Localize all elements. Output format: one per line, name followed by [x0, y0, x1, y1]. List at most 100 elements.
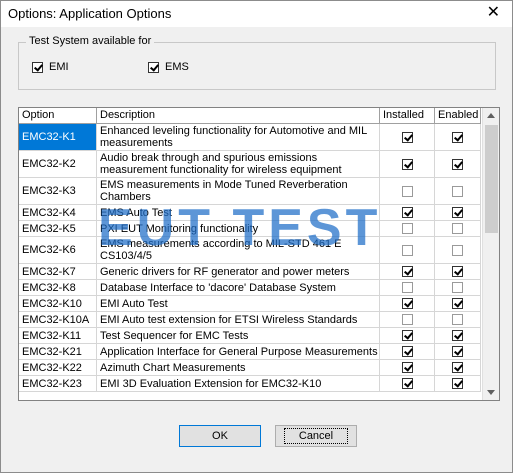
header-installed[interactable]: Installed — [380, 108, 435, 123]
enabled-cell — [435, 344, 481, 359]
scroll-down-icon[interactable] — [487, 390, 495, 395]
installed-checkbox[interactable] — [401, 298, 413, 309]
table-row[interactable]: EMC32-K8 Database Interface to 'dacore' D… — [19, 280, 481, 296]
enabled-cell — [435, 328, 481, 343]
emi-checkbox[interactable] — [32, 61, 43, 73]
installed-cell — [380, 360, 435, 375]
option-cell[interactable]: EMC32-K2 — [19, 151, 97, 177]
option-cell[interactable]: EMC32-K23 — [19, 376, 97, 391]
table-row[interactable]: EMC32-K6 EMS measurements according to MI… — [19, 237, 481, 264]
description-cell: Test Sequencer for EMC Tests — [97, 328, 380, 343]
header-option[interactable]: Option — [19, 108, 97, 123]
installed-cell — [380, 151, 435, 177]
table-row[interactable]: EMC32-K22 Azimuth Chart Measurements — [19, 360, 481, 376]
option-cell[interactable]: EMC32-K11 — [19, 328, 97, 343]
table-row[interactable]: EMC32-K10A EMI Auto test extension for ET… — [19, 312, 481, 328]
enabled-checkbox[interactable] — [452, 314, 463, 325]
emi-checkbox-option[interactable]: EMI — [32, 61, 69, 73]
installed-checkbox[interactable] — [401, 207, 413, 218]
installed-checkbox[interactable] — [401, 158, 413, 170]
description-cell: Database Interface to 'dacore' Database … — [97, 280, 380, 295]
option-cell[interactable]: EMC32-K1 — [19, 124, 97, 150]
installed-checkbox[interactable] — [401, 314, 413, 325]
installed-checkbox[interactable] — [401, 266, 413, 277]
scroll-thumb[interactable] — [485, 125, 498, 233]
enabled-checkbox[interactable] — [452, 223, 463, 234]
enabled-checkbox[interactable] — [452, 266, 463, 277]
option-cell[interactable]: EMC32-K22 — [19, 360, 97, 375]
installed-checkbox[interactable] — [401, 131, 413, 143]
enabled-cell — [435, 296, 481, 311]
enabled-checkbox[interactable] — [452, 362, 463, 373]
ems-checkbox[interactable] — [148, 61, 159, 73]
installed-checkbox[interactable] — [401, 330, 413, 341]
installed-checkbox[interactable] — [401, 378, 413, 389]
option-cell[interactable]: EMC32-K10 — [19, 296, 97, 311]
installed-cell — [380, 280, 435, 295]
description-cell: EMI Auto test extension for ETSI Wireles… — [97, 312, 380, 327]
enabled-cell — [435, 264, 481, 279]
table-header: Option Description Installed Enabled — [19, 108, 481, 124]
option-cell[interactable]: EMC32-K8 — [19, 280, 97, 295]
enabled-checkbox[interactable] — [452, 282, 463, 293]
installed-checkbox[interactable] — [401, 282, 413, 293]
table-row[interactable]: EMC32-K11 Test Sequencer for EMC Tests — [19, 328, 481, 344]
enabled-checkbox[interactable] — [452, 131, 463, 143]
description-cell: Audio break through and spurious emissio… — [97, 151, 380, 177]
table-row[interactable]: EMC32-K23 EMI 3D Evaluation Extension for… — [19, 376, 481, 392]
table-row[interactable]: EMC32-K4 EMS Auto Test — [19, 205, 481, 221]
installed-checkbox[interactable] — [401, 346, 413, 357]
option-cell[interactable]: EMC32-K7 — [19, 264, 97, 279]
installed-checkbox[interactable] — [401, 223, 413, 234]
table-row[interactable]: EMC32-K3 EMS measurements in Mode Tuned R… — [19, 178, 481, 205]
ok-button[interactable]: OK — [179, 425, 261, 447]
installed-cell — [380, 237, 435, 263]
header-description[interactable]: Description — [97, 108, 380, 123]
table-row[interactable]: EMC32-K10 EMI Auto Test — [19, 296, 481, 312]
scroll-up-icon[interactable] — [487, 113, 495, 118]
installed-cell — [380, 264, 435, 279]
options-grid: Option Description Installed Enabled EMC… — [19, 108, 481, 392]
title-bar: Options: Application Options ✕ — [1, 1, 512, 27]
vertical-scrollbar[interactable] — [482, 108, 499, 400]
option-cell[interactable]: EMC32-K4 — [19, 205, 97, 220]
enabled-checkbox[interactable] — [452, 298, 463, 309]
enabled-checkbox[interactable] — [452, 330, 463, 341]
description-cell: Azimuth Chart Measurements — [97, 360, 380, 375]
option-cell[interactable]: EMC32-K6 — [19, 237, 97, 263]
close-icon[interactable]: ✕ — [487, 4, 500, 22]
installed-cell — [380, 312, 435, 327]
emi-label: EMI — [49, 61, 69, 73]
installed-checkbox[interactable] — [401, 185, 413, 197]
description-cell: EMS measurements according to MIL-STD 46… — [97, 237, 380, 263]
option-cell[interactable]: EMC32-K10A — [19, 312, 97, 327]
installed-cell — [380, 344, 435, 359]
enabled-cell — [435, 178, 481, 204]
header-enabled[interactable]: Enabled — [435, 108, 481, 123]
enabled-cell — [435, 376, 481, 391]
option-cell[interactable]: EMC32-K5 — [19, 221, 97, 236]
table-row[interactable]: EMC32-K1 Enhanced leveling functionality … — [19, 124, 481, 151]
enabled-checkbox[interactable] — [452, 244, 463, 256]
test-system-group — [18, 42, 496, 90]
installed-cell — [380, 205, 435, 220]
enabled-cell — [435, 221, 481, 236]
option-cell[interactable]: EMC32-K3 — [19, 178, 97, 204]
table-row[interactable]: EMC32-K2 Audio break through and spurious… — [19, 151, 481, 178]
cancel-button[interactable]: Cancel — [275, 425, 357, 447]
installed-checkbox[interactable] — [401, 362, 413, 373]
table-row[interactable]: EMC32-K21 Application Interface for Gener… — [19, 344, 481, 360]
table-row[interactable]: EMC32-K7 Generic drivers for RF generator… — [19, 264, 481, 280]
ems-label: EMS — [165, 61, 189, 73]
enabled-checkbox[interactable] — [452, 207, 463, 218]
table-row[interactable]: EMC32-K5 PXI EUT Monitoring functionality — [19, 221, 481, 237]
enabled-checkbox[interactable] — [452, 185, 463, 197]
description-cell: EMI Auto Test — [97, 296, 380, 311]
installed-checkbox[interactable] — [401, 244, 413, 256]
option-cell[interactable]: EMC32-K21 — [19, 344, 97, 359]
enabled-checkbox[interactable] — [452, 158, 463, 170]
enabled-checkbox[interactable] — [452, 378, 463, 389]
enabled-checkbox[interactable] — [452, 346, 463, 357]
ems-checkbox-option[interactable]: EMS — [148, 61, 189, 73]
description-cell: EMS Auto Test — [97, 205, 380, 220]
